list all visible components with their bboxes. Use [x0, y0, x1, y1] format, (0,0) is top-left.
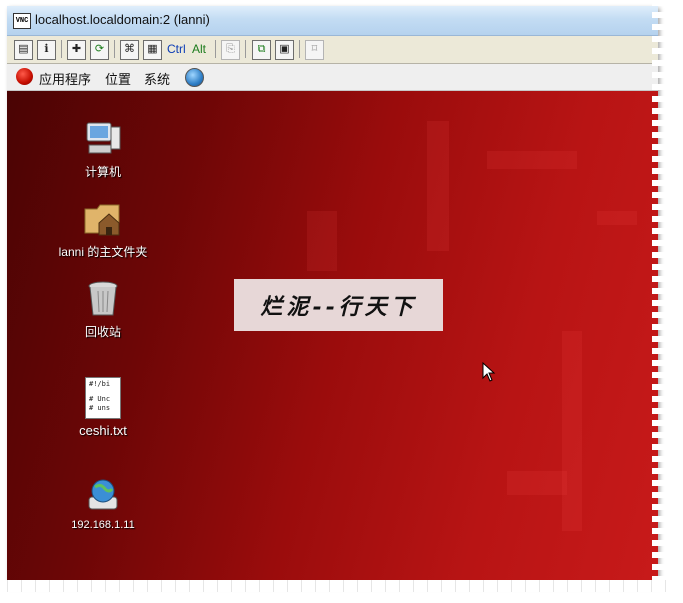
torn-edge-bottom — [0, 580, 670, 592]
file-preview-line: # uns — [89, 404, 111, 412]
desktop-icon-label: 回收站 — [84, 325, 121, 339]
wallpaper-decoration — [507, 471, 567, 495]
wallpaper-decoration — [487, 151, 577, 169]
desktop-icon-computer[interactable]: 计算机 — [48, 119, 158, 180]
home-folder-icon — [83, 199, 123, 239]
torn-edge-right — [652, 0, 670, 592]
wallpaper-decoration — [597, 211, 637, 225]
desktop-area[interactable]: 计算机 lanni 的主文件夹 回收站 #!/bi # Unc # uns ce… — [7, 91, 658, 586]
toolbar-separator — [114, 40, 115, 58]
options-icon[interactable]: ▤ — [14, 40, 33, 60]
send-keys-icon[interactable]: ⌘ — [120, 40, 139, 60]
desktop-icon-network-drive[interactable]: 192.168.1.11 — [48, 475, 158, 531]
info-icon[interactable]: ℹ — [37, 40, 56, 60]
desktop-icon-trash[interactable]: 回收站 — [48, 279, 158, 340]
file-preview-line: # Unc — [89, 395, 111, 403]
wallpaper-decoration — [427, 121, 449, 251]
clipboard-icon[interactable]: ⎘ — [221, 40, 240, 60]
wallpaper-decoration — [562, 331, 582, 531]
refresh-icon[interactable]: ⟳ — [90, 40, 109, 60]
menu-places[interactable]: 位置 — [105, 69, 131, 88]
wallpaper-decoration — [307, 211, 337, 271]
desktop-icon-label: lanni 的主文件夹 — [58, 245, 148, 259]
ctrl-key-button[interactable]: Ctrl — [167, 40, 186, 58]
watermark-banner: 烂泥--行天下 — [234, 279, 443, 331]
redhat-logo-icon[interactable] — [16, 68, 33, 85]
desktop-icon-label: ceshi.txt — [79, 423, 127, 438]
desktop-icon-label: 192.168.1.11 — [71, 519, 135, 531]
desktop-icon-label: 计算机 — [84, 165, 121, 179]
new-connection-icon[interactable]: ⧉ — [252, 40, 271, 60]
title-bar[interactable]: VNC localhost.localdomain:2 (lanni) — [7, 6, 658, 36]
text-file-icon: #!/bi # Unc # uns — [85, 377, 121, 419]
network-drive-icon — [83, 475, 123, 515]
desktop-icon-text-file[interactable]: #!/bi # Unc # uns ceshi.txt — [48, 377, 158, 438]
file-preview-line: #!/bi — [89, 380, 111, 388]
toolbar-separator — [61, 40, 62, 58]
toolbar-separator — [215, 40, 216, 58]
trash-icon — [83, 279, 123, 319]
disconnect-icon[interactable]: ⌑ — [305, 40, 324, 60]
alt-key-button[interactable]: Alt — [192, 40, 206, 58]
vnc-logo-icon: VNC — [13, 13, 31, 29]
web-browser-launcher-icon[interactable] — [185, 68, 204, 87]
toolbar-separator — [299, 40, 300, 58]
banner-text: 烂泥--行天下 — [260, 294, 417, 320]
desktop-icon-home-folder[interactable]: lanni 的主文件夹 — [48, 199, 158, 260]
save-icon[interactable]: ▣ — [275, 40, 294, 60]
menu-applications[interactable]: 应用程序 — [39, 69, 91, 88]
menu-system[interactable]: 系统 — [144, 69, 170, 88]
vnc-window: VNC localhost.localdomain:2 (lanni) ▤ ℹ … — [7, 6, 658, 586]
vnc-toolbar: ▤ ℹ ✚ ⟳ ⌘ ▦ Ctrl Alt ⎘ ⧉ ▣ ⌑ — [7, 36, 658, 64]
fullscreen-icon[interactable]: ✚ — [67, 40, 86, 60]
ctrl-alt-del-icon[interactable]: ▦ — [143, 40, 162, 60]
computer-icon — [83, 119, 123, 159]
gnome-top-panel: 应用程序 位置 系统 — [7, 64, 658, 91]
window-title: localhost.localdomain:2 (lanni) — [35, 12, 210, 27]
toolbar-separator — [245, 40, 246, 58]
